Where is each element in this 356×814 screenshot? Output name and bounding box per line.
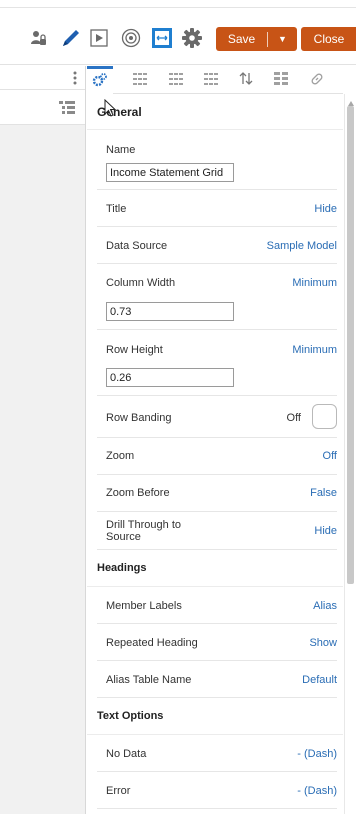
row-height-label: Row Height [106,344,163,356]
zoom-label: Zoom [106,450,135,462]
error-value-link[interactable]: - (Dash) [297,785,337,797]
save-button-label: Save [227,32,256,46]
property-row-no-data: No Data - (Dash) [97,735,337,772]
row-banding-toggle[interactable] [312,404,337,429]
drill-through-label: Drill Through to Source [106,519,181,543]
row-height-value-link[interactable]: Minimum [292,344,337,356]
properties-scrollbar[interactable] [344,94,356,814]
save-options-chevron-down-icon[interactable]: ▼ [268,34,297,44]
property-row-repeated-heading: Repeated Heading Show [97,624,337,661]
property-row-row-height: Row Height Minimum [97,330,337,396]
close-button[interactable]: Close [301,27,356,51]
toolbar: Save ▼ Close [0,9,356,65]
property-row-member-labels: Member Labels Alias [97,587,337,624]
tab-link[interactable] [304,66,330,94]
grid-icon [133,72,147,88]
name-label: Name [106,144,136,156]
tab-grid-layout[interactable] [127,66,153,94]
property-row-title: Title Hide [97,190,337,227]
row-height-field[interactable] [106,368,234,387]
property-row-alias-table-name: Alias Table Name Default [97,661,337,698]
property-row-zoom: Zoom Off [97,438,337,475]
top-border [0,0,356,8]
property-row-column-width: Column Width Minimum [97,264,337,330]
hierarchy-icon[interactable] [59,101,75,117]
section-headings-title: Headings [97,562,147,574]
section-text-options-title: Text Options [97,710,164,722]
layout-grid-icon [274,72,288,88]
grid-icon [169,72,183,88]
tab-sort[interactable] [233,66,259,94]
drill-through-label-line2: Source [106,531,141,543]
target-icon[interactable] [120,27,142,49]
tab-layout[interactable] [268,66,294,94]
property-row-row-banding: Row Banding Off [97,396,337,438]
title-label: Title [106,203,127,215]
drill-through-value-link[interactable]: Hide [314,525,337,537]
save-button[interactable]: Save ▼ [216,27,297,51]
zoom-before-label: Zoom Before [106,487,170,499]
link-icon [310,72,324,89]
left-pane-body [0,125,85,814]
data-source-value-link[interactable]: Sample Model [267,240,337,252]
mouse-cursor-icon [104,98,117,120]
error-label: Error [106,785,131,797]
left-pane-header [0,66,85,90]
name-field[interactable] [106,163,234,182]
column-width-label: Column Width [106,277,176,289]
section-text-options: Text Options [87,698,343,735]
property-row-name: Name [97,130,337,190]
alias-table-name-value-link[interactable]: Default [302,674,337,686]
properties-content: General Name Title Hide Data Source Samp… [87,94,343,814]
tab-grid-2[interactable] [163,66,189,94]
data-source-label: Data Source [106,240,168,252]
user-lock-icon[interactable] [30,27,48,49]
drill-through-label-line1: Drill Through to [106,519,181,531]
member-labels-value-link[interactable]: Alias [313,600,337,612]
scrollbar-thumb[interactable] [347,106,354,584]
no-data-value-link[interactable]: - (Dash) [297,748,337,760]
fit-width-icon[interactable] [151,27,173,49]
zoom-value-link[interactable]: Off [323,450,337,462]
section-general: General [87,94,343,130]
properties-panel: General Name Title Hide Data Source Samp… [87,66,343,814]
section-headings: Headings [87,550,343,587]
tab-settings[interactable] [87,66,113,94]
column-width-field[interactable] [106,302,234,321]
member-labels-label: Member Labels [106,600,182,612]
tab-grid-3[interactable] [198,66,224,94]
sort-arrows-icon [239,72,253,88]
repeated-heading-label: Repeated Heading [106,637,198,649]
grid-icon [204,72,218,88]
alias-table-name-label: Alias Table Name [106,674,192,686]
repeated-heading-value-link[interactable]: Show [309,637,337,649]
left-pane-toolbar [0,90,85,125]
row-banding-label: Row Banding [106,412,172,424]
properties-tabs [87,66,343,94]
row-banding-value: Off [286,412,301,424]
settings-gears-icon [92,72,108,91]
property-row-error: Error - (Dash) [97,772,337,809]
property-row-drill-through: Drill Through to Source Hide [97,512,337,550]
property-row-zoom-before: Zoom Before False [97,475,337,512]
kebab-menu-icon[interactable] [73,71,77,88]
gear-icon[interactable] [181,27,203,49]
column-width-value-link[interactable]: Minimum [292,277,337,289]
title-value-link[interactable]: Hide [314,203,337,215]
no-data-label: No Data [106,748,147,760]
pencil-icon[interactable] [59,27,83,49]
property-row-data-source: Data Source Sample Model [97,227,337,264]
play-icon[interactable] [89,27,109,49]
left-pane [0,66,86,814]
zoom-before-value-link[interactable]: False [310,487,337,499]
